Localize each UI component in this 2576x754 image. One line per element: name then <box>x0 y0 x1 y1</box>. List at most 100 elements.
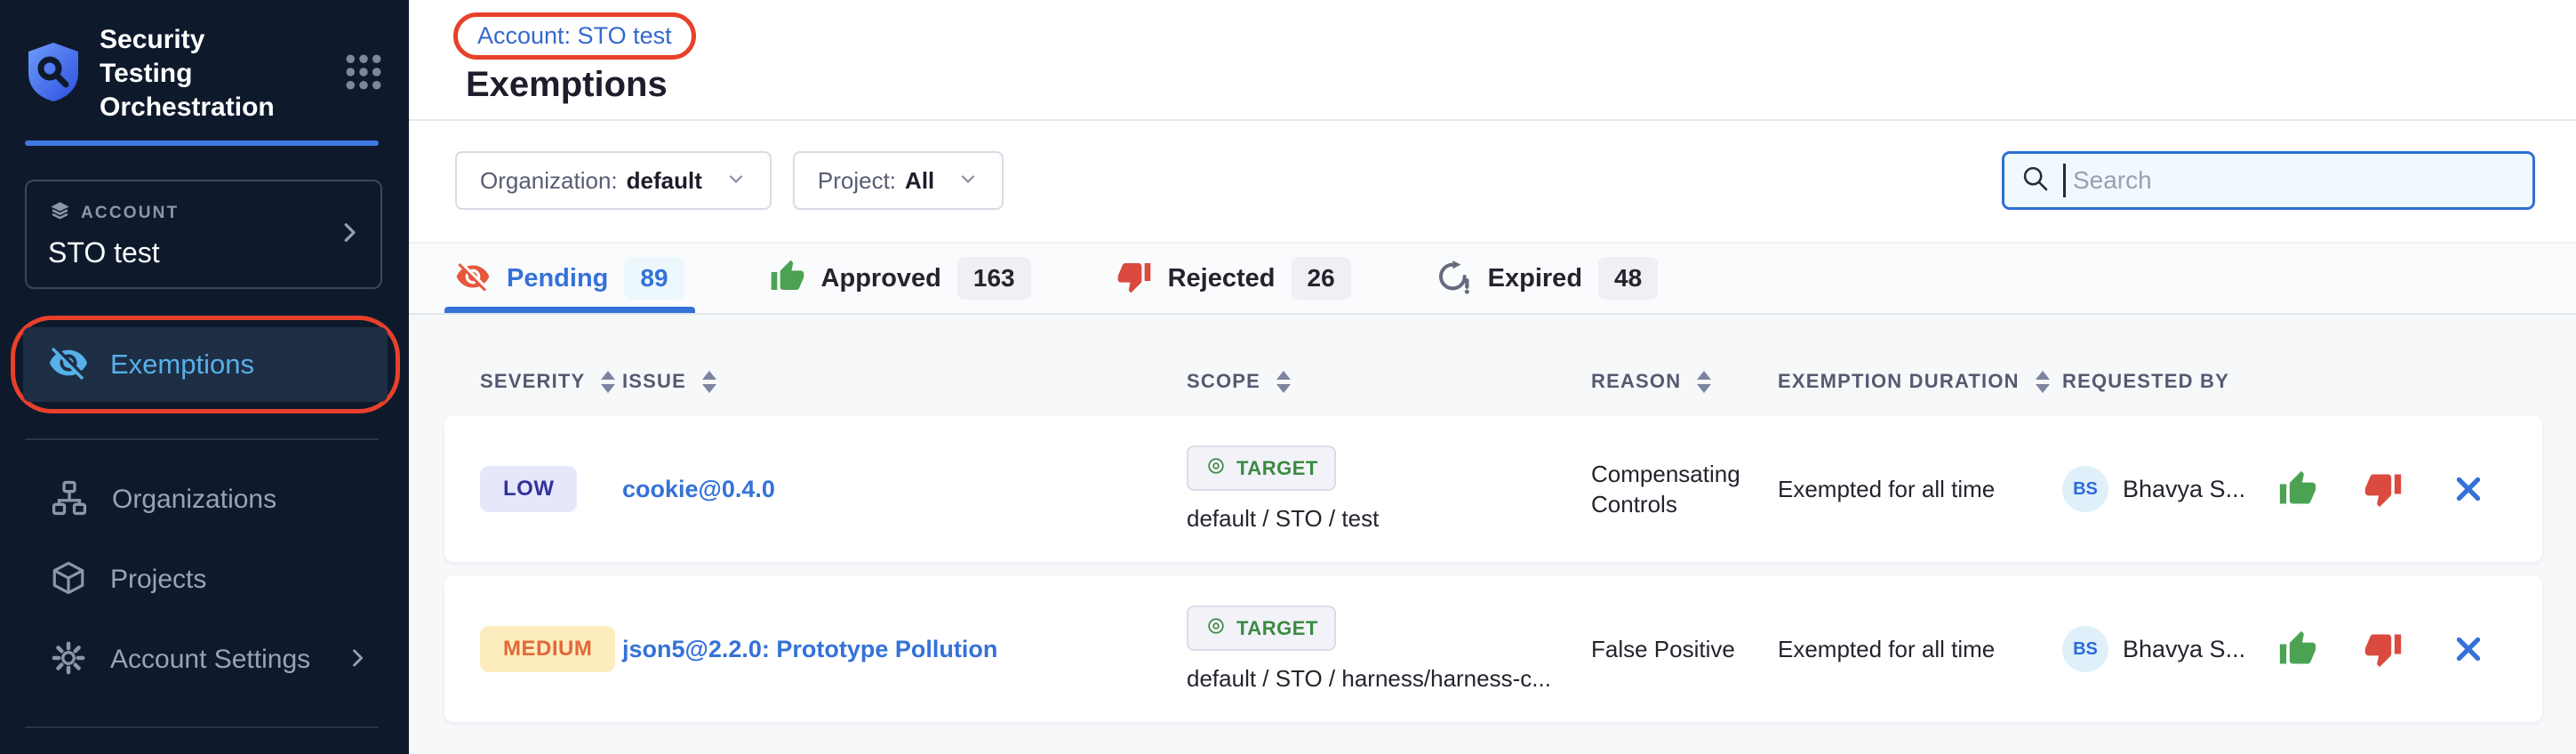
search-box <box>2002 151 2535 210</box>
gear-icon <box>50 639 87 681</box>
table-row: MEDIUM json5@2.2.0: Prototype Pollution … <box>444 576 2542 722</box>
sidebar-item-label: Account Settings <box>110 645 310 675</box>
bullseye-icon <box>1204 454 1228 482</box>
sort-icon <box>601 371 615 393</box>
sidebar-item-organizations[interactable]: Organizations <box>0 460 409 540</box>
tab-label: Rejected <box>1168 264 1276 293</box>
page-header: Account: STO test Exemptions <box>409 0 2576 121</box>
severity-badge: LOW <box>480 466 577 512</box>
requested-by-name: Bhavya S... <box>2123 476 2245 503</box>
annotation-breadcrumb-highlight: Account: STO test <box>453 12 696 60</box>
organization-dropdown-label: Organization: <box>480 167 618 195</box>
sidebar-divider <box>25 438 379 440</box>
table-header-row: SEVERITY ISSUE SCOPE REASON EXEMPTION DU… <box>444 370 2542 393</box>
column-header-severity[interactable]: SEVERITY <box>480 370 622 393</box>
table-row: LOW cookie@0.4.0 TARGET default / STO / … <box>444 416 2542 562</box>
tab-count-badge: 163 <box>957 257 1031 300</box>
column-header-scope[interactable]: SCOPE <box>1187 370 1591 393</box>
avatar: BS <box>2062 626 2108 672</box>
org-chart-icon <box>50 478 89 522</box>
sidebar-item-label: Exemptions <box>110 349 254 381</box>
cube-icon <box>50 559 87 601</box>
sidebar-item-projects[interactable]: Projects <box>0 540 409 620</box>
tab-pending[interactable]: Pending 89 <box>444 244 695 313</box>
sidebar-divider <box>25 726 379 728</box>
sidebar: Security Testing Orchestration ACCOUNT S… <box>0 0 409 754</box>
expired-timer-icon <box>1436 259 1472 299</box>
column-header-requested-by: REQUESTED BY <box>2062 370 2267 393</box>
scope-path: default / STO / harness/harness-c... <box>1187 665 1551 693</box>
scope-target-badge: TARGET <box>1187 606 1336 651</box>
tab-rejected[interactable]: Rejected 26 <box>1106 244 1362 313</box>
scope-target-badge: TARGET <box>1187 445 1336 491</box>
thumbs-up-icon <box>770 259 805 299</box>
organization-dropdown[interactable]: Organization: default <box>455 151 772 210</box>
logo-accent-underline <box>25 140 379 146</box>
tab-count-badge: 48 <box>1598 257 1658 300</box>
project-dropdown-value: All <box>905 167 934 195</box>
issue-link[interactable]: cookie@0.4.0 <box>622 476 775 502</box>
tabs-bar: Pending 89 Approved 163 Rejected 26 <box>409 242 2576 315</box>
account-name: STO test <box>48 237 359 269</box>
tab-label: Expired <box>1488 264 1582 293</box>
shield-search-logo-icon <box>25 40 82 108</box>
severity-badge: MEDIUM <box>480 626 615 672</box>
layers-icon <box>48 199 72 228</box>
chevron-down-icon <box>725 168 747 194</box>
tab-label: Approved <box>821 264 941 293</box>
exemption-duration-text: Exempted for all time <box>1778 634 2062 664</box>
search-icon <box>2020 164 2051 198</box>
sidebar-nav-list: Organizations Projects Account Settings <box>0 460 409 700</box>
column-header-exemption-duration[interactable]: EXEMPTION DURATION <box>1778 370 2062 393</box>
reject-button[interactable] <box>2363 469 2404 509</box>
filter-bar: Organization: default Project: All <box>409 121 2576 242</box>
page-title: Exemptions <box>466 65 2576 105</box>
sidebar-item-exemptions[interactable]: Exemptions <box>23 327 388 402</box>
app-logo-row: Security Testing Orchestration <box>0 0 409 124</box>
cancel-button[interactable] <box>2448 629 2489 670</box>
approve-button[interactable] <box>2277 629 2318 670</box>
column-header-reason[interactable]: REASON <box>1591 370 1778 393</box>
chevron-right-icon <box>336 219 363 250</box>
eye-off-icon <box>455 259 491 299</box>
account-label: ACCOUNT <box>81 204 179 223</box>
annotation-exemptions-highlight: Exemptions <box>11 316 400 413</box>
app-launcher-grid-icon[interactable] <box>345 53 382 95</box>
sidebar-item-account-settings[interactable]: Account Settings <box>0 620 409 700</box>
tab-count-badge: 89 <box>624 257 684 300</box>
tab-expired[interactable]: Expired 48 <box>1426 244 1669 313</box>
tab-label: Pending <box>507 264 608 293</box>
eye-off-icon <box>48 342 89 388</box>
reason-text: Compensating Controls <box>1591 459 1778 519</box>
sidebar-item-label: Organizations <box>112 485 276 515</box>
sort-icon <box>702 371 716 393</box>
project-dropdown[interactable]: Project: All <box>793 151 1004 210</box>
scope-path: default / STO / test <box>1187 505 1379 533</box>
project-dropdown-label: Project: <box>818 167 896 195</box>
chevron-right-icon <box>345 646 370 675</box>
bullseye-icon <box>1204 614 1228 642</box>
column-header-issue[interactable]: ISSUE <box>622 370 1187 393</box>
search-input[interactable] <box>2066 166 2516 195</box>
sort-icon <box>1697 371 1711 393</box>
tab-approved[interactable]: Approved 163 <box>759 244 1042 313</box>
thumbs-down-icon <box>1116 259 1152 299</box>
exemption-duration-text: Exempted for all time <box>1778 474 2062 504</box>
breadcrumb-account-link[interactable]: Account: STO test <box>477 22 672 49</box>
chevron-down-icon <box>957 168 979 194</box>
sidebar-item-label: Projects <box>110 565 206 595</box>
organization-dropdown-value: default <box>627 167 702 195</box>
sort-icon <box>1276 371 1291 393</box>
app-title: Security Testing Orchestration <box>100 23 304 124</box>
issue-link[interactable]: json5@2.2.0: Prototype Pollution <box>622 636 997 662</box>
tab-count-badge: 26 <box>1292 257 1351 300</box>
approve-button[interactable] <box>2277 469 2318 509</box>
sort-icon <box>2036 371 2050 393</box>
cancel-button[interactable] <box>2448 469 2489 509</box>
requested-by-name: Bhavya S... <box>2123 636 2245 663</box>
account-scope-selector[interactable]: ACCOUNT STO test <box>25 180 382 289</box>
reject-button[interactable] <box>2363 629 2404 670</box>
main-content: Account: STO test Exemptions Organizatio… <box>409 0 2576 754</box>
avatar: BS <box>2062 466 2108 512</box>
reason-text: False Positive <box>1591 634 1778 664</box>
